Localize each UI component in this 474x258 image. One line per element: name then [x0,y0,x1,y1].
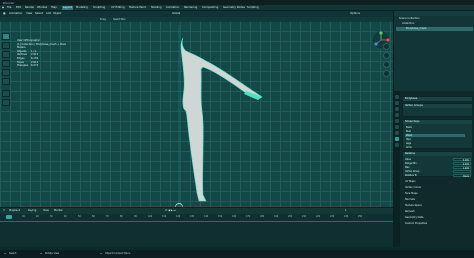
face-maps-panel[interactable]: Face Maps [402,192,473,196]
relative-to-field[interactable]: Relative To Basis [405,174,472,178]
shape-keys-header[interactable]: Shape Keys [403,120,472,124]
tab-shading[interactable]: Shading [150,6,163,10]
timeline-header: ⏱ Playback Keying View Marker ⏮ ◀ ▶ ⏭ 1 [0,208,393,214]
vertex-groups-panel: Vertex Groups [402,103,473,117]
outliner-object-bodybase[interactable]: Bodybase_mesh [396,27,473,31]
menu-window[interactable]: Window [37,6,47,9]
outliner-panel[interactable]: Scene Collection Collection Bodybase_mes… [393,11,474,91]
tab-rendering[interactable]: Rendering [183,6,198,10]
tab-scripting[interactable]: Scripting [246,6,260,10]
vertex-colors-panel[interactable]: Vertex Colors [402,186,473,190]
output-tab-icon[interactable] [395,107,399,111]
status-context: Object Context Menu [105,252,131,255]
current-frame-field[interactable]: 1 [345,209,347,212]
keying-menu[interactable]: Keying [28,209,36,212]
range-max-field[interactable]: Max 1.000 [405,166,472,170]
texture-space-panel[interactable]: Texture Space [402,204,473,208]
outliner-collection[interactable]: Collection [396,22,473,26]
object-data-name: Bodybase [402,96,473,101]
outliner-header [394,11,474,16]
tab-modeling[interactable]: Modeling [75,6,89,10]
playhead[interactable] [6,215,12,219]
normals-panel[interactable]: Normals [402,198,473,202]
timeline-view-menu[interactable]: View [43,209,49,212]
tab-layout[interactable]: Layout [62,6,73,10]
range-min-field[interactable]: Range Min 0.000 [405,162,472,166]
geometry-data-panel[interactable]: Geometry Data [402,216,473,220]
tab-uv-editing[interactable]: UV Editing [110,6,126,10]
properties-editor[interactable]: Bodybase Vertex Groups Shape Keys Basis … [393,91,474,247]
data-tab-icon[interactable] [395,137,399,141]
mesh-name-field[interactable]: Bodybase [403,97,472,101]
menu-render[interactable]: Render [25,6,34,9]
render-tab-icon[interactable] [395,101,399,105]
world-tab-icon[interactable] [395,119,399,123]
mouse-left-icon: ▭ [4,252,7,255]
shape-key-item[interactable]: Legs [405,142,465,145]
play-controls-icon[interactable]: ⏮ ◀ ▶ ⏭ [165,209,176,212]
modifier-tab-icon[interactable] [395,131,399,135]
timeline-editor-icon[interactable]: ⏱ [3,209,5,212]
vertex-groups-header[interactable]: Vertex Groups [403,104,472,108]
marker-menu[interactable]: Marker [54,209,63,212]
shape-key-item-selected[interactable]: Waist [405,134,465,137]
custom-properties-panel[interactable]: Custom Properties [402,222,473,226]
outliner-scene-collection[interactable]: Scene Collection [396,17,473,21]
vertex-group-field[interactable]: Vertex Group [405,170,472,173]
remesh-panel[interactable]: Remesh [402,210,473,214]
keyframe-track [0,221,393,222]
menu-edit[interactable]: Edit [16,6,21,9]
menu-help[interactable]: Help [51,6,57,9]
tab-texture-paint[interactable]: Texture Paint [128,6,147,10]
shape-key-settings: Relative Value 0.000 Range Min 0.000 Max 1.… [402,151,473,178]
timeline-editor[interactable]: ⏱ Playback Keying View Marker ⏮ ◀ ▶ ⏭ 1 … [0,207,393,247]
relative-checkbox[interactable]: Relative [403,152,472,156]
tab-compositing[interactable]: Compositing [201,6,219,10]
playback-menu[interactable]: Playback [9,209,20,212]
value-field[interactable]: Value 0.000 [405,158,472,162]
mouse-right-icon: ▭ [100,252,103,255]
blender-logo-icon[interactable]: ◆ [2,6,4,9]
object-tab-icon[interactable] [395,125,399,129]
window-title: Blender [3,0,15,5]
properties-tabs [394,91,400,247]
status-rotate: Rotate View [45,252,60,255]
status-select: Select [9,252,17,255]
shape-keys-panel: Shape Keys Basis Bust Waist Hips Legs Ar… [402,119,473,149]
tab-geometry-nodes[interactable]: Geometry Nodes [222,6,246,10]
status-bar: ▭ Select ▭ Rotate View ▭ Object Context … [0,250,474,258]
uv-maps-panel[interactable]: UV Maps [402,180,473,184]
shape-key-item[interactable]: Bust [405,130,465,133]
shape-key-item[interactable]: Arms [405,146,465,148]
body-mesh-figure[interactable] [0,11,393,207]
tab-sculpting[interactable]: Sculpting [92,6,106,10]
menu-file[interactable]: File [7,6,11,9]
mouse-middle-icon: ▭ [40,252,43,255]
shape-key-item[interactable]: Basis [405,126,465,129]
tab-animation[interactable]: Animation [165,6,180,10]
frame-ruler[interactable]: 0 10 20 30 40 50 60 70 80 90 100 110 120… [0,215,393,219]
material-tab-icon[interactable] [395,143,399,147]
shape-key-item[interactable]: Hips [405,138,465,141]
tool-tab-icon[interactable] [395,95,399,99]
scene-tab-icon[interactable] [395,113,399,117]
